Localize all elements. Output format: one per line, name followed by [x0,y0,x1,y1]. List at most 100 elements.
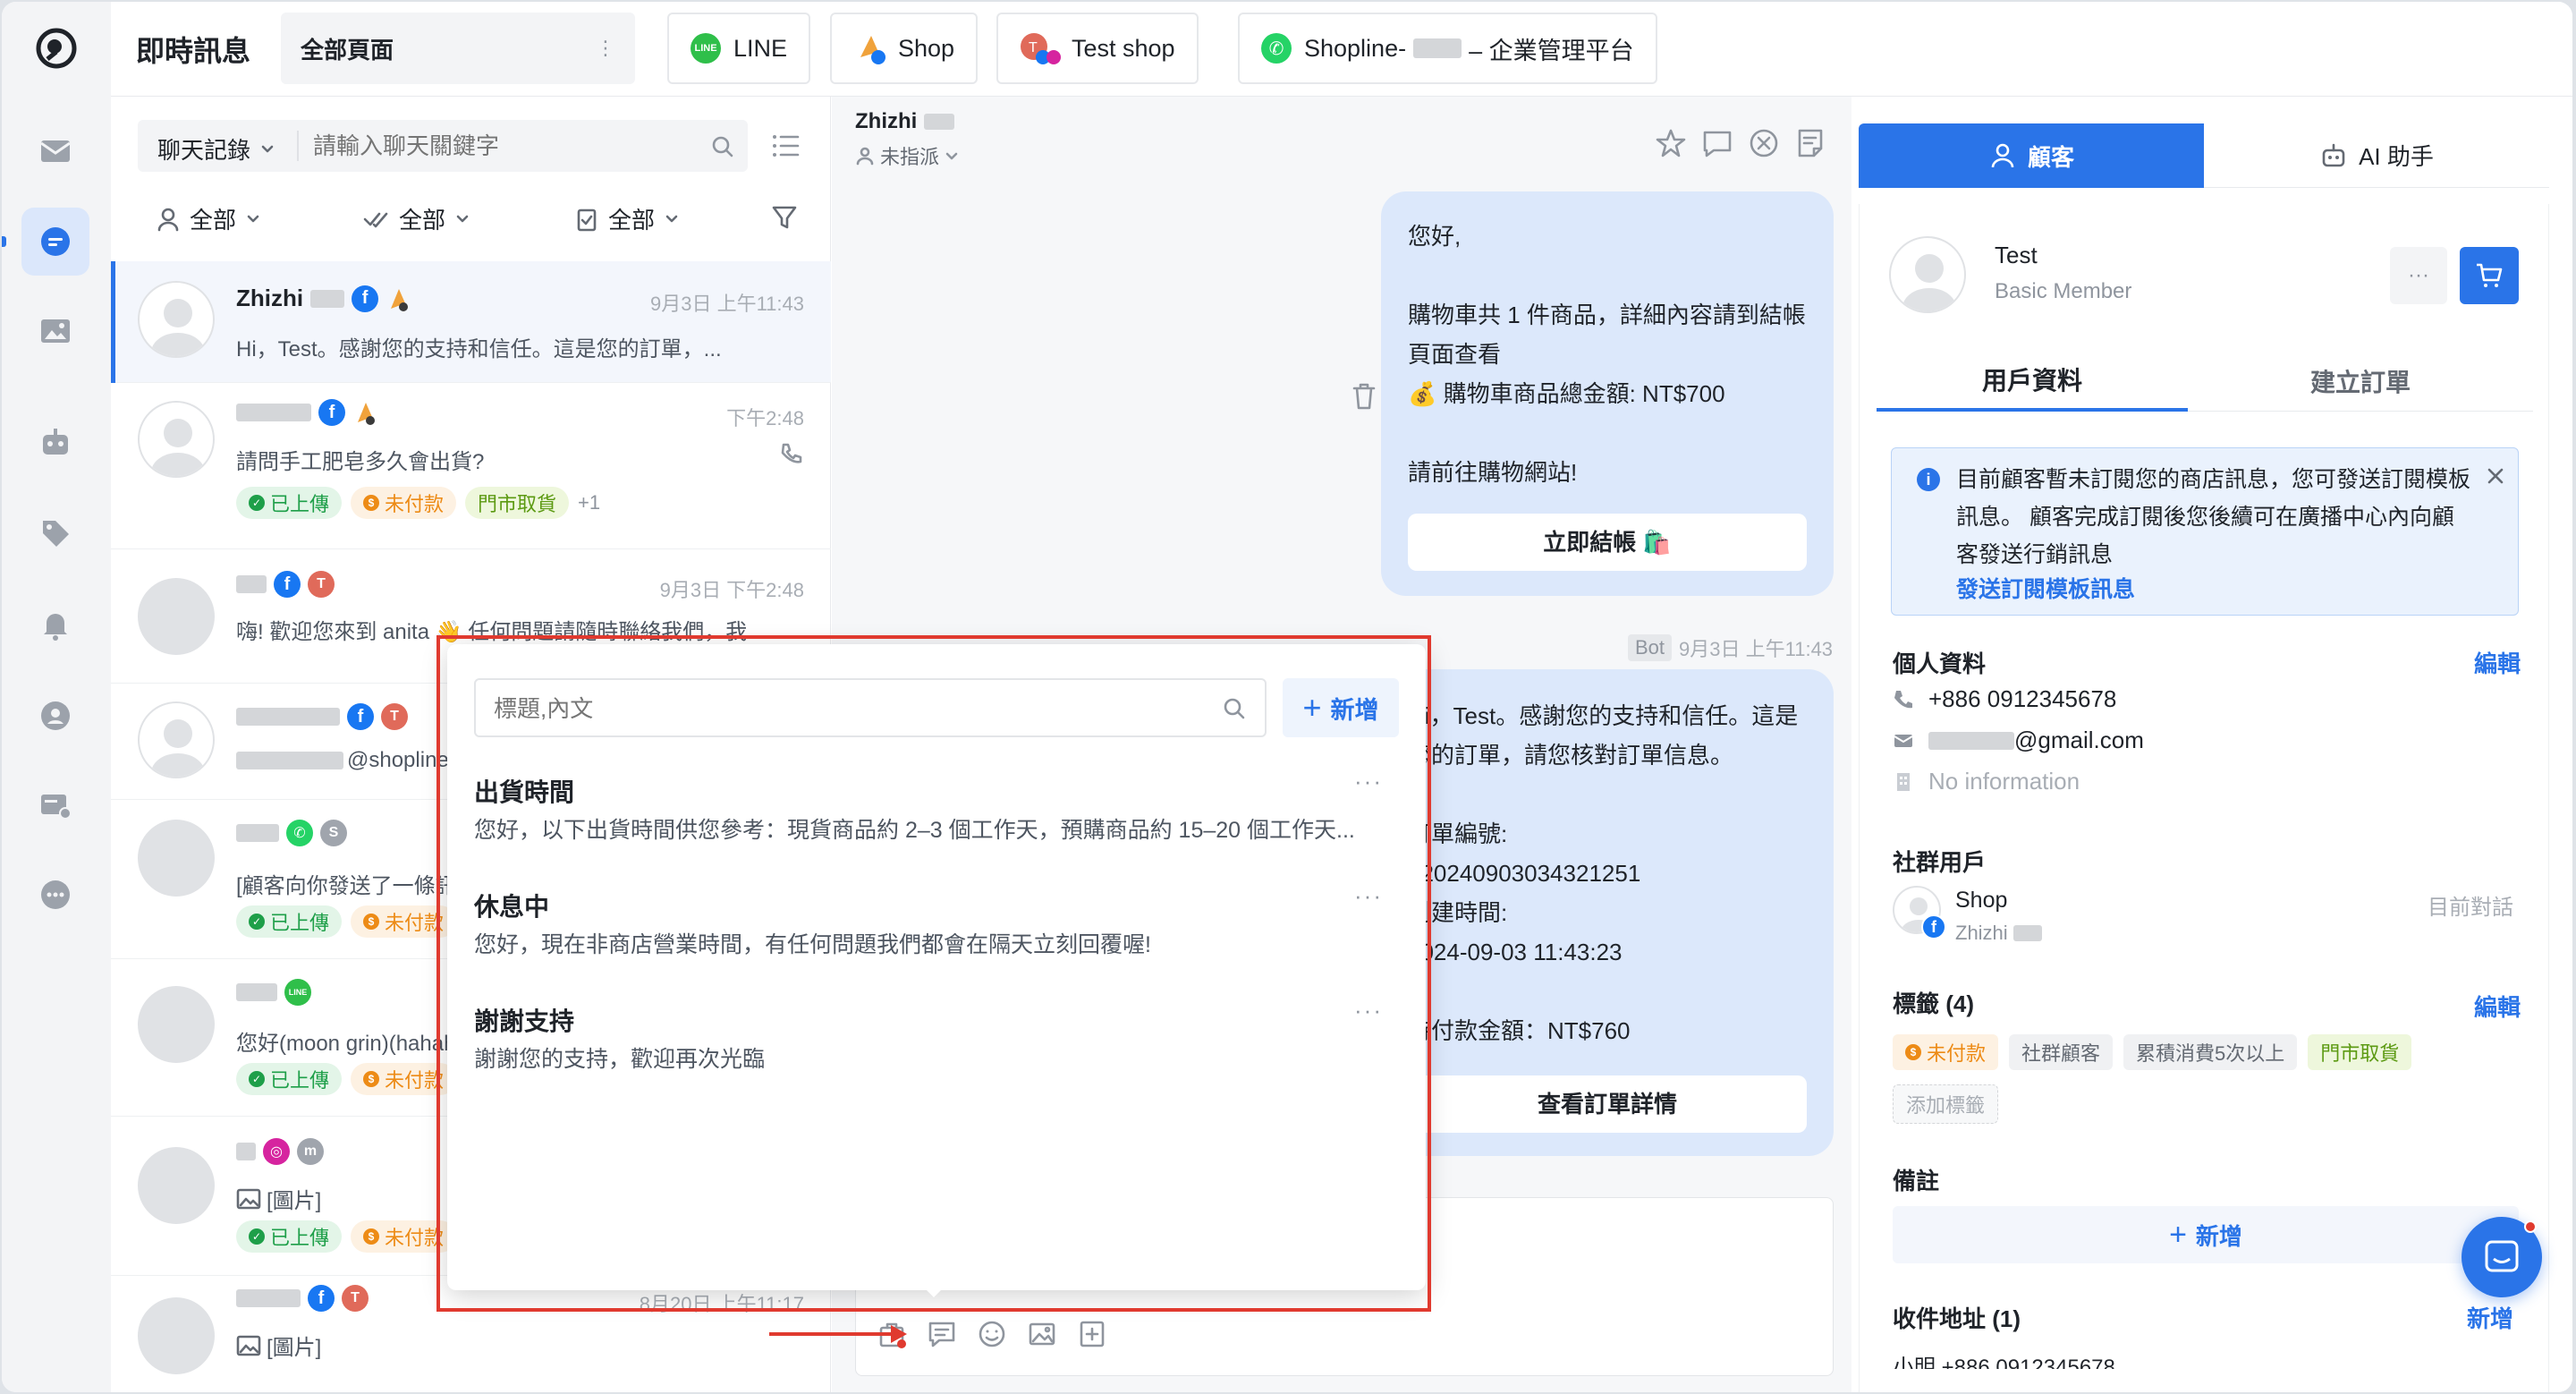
redacted-text [2012,925,2042,941]
image-icon[interactable] [21,297,89,365]
divider [297,131,299,161]
chevron-down-icon [945,152,958,160]
plus-icon: + [2169,1217,2187,1252]
cart-button[interactable] [2460,247,2519,304]
redacted-text [236,824,279,842]
tab-line[interactable]: LINE LINE [667,13,811,84]
tag-row: ✓ 已上傳 $ 未付款 門市取貨 +1 [236,487,600,519]
assign-dropdown[interactable]: 未指派 [855,141,959,170]
chat-search-input[interactable] [313,127,707,165]
redacted-text [236,1289,301,1307]
support-icon[interactable] [21,682,89,750]
tab-shopline-prefix: Shopline- [1304,34,1407,62]
mail-icon[interactable] [21,116,89,184]
shop-page-icon [853,30,889,66]
view-order-button[interactable]: 查看訂單詳情 [1408,1075,1807,1133]
broadcast-icon[interactable] [21,771,89,839]
redacted-text [1413,38,1462,58]
contact-name: LINE [236,979,311,1006]
avatar [138,401,215,478]
tab-shopline-whatsapp[interactable]: ✆ Shopline- – 企業管理平台 [1238,13,1657,84]
subscription-notice: i 目前顧客暫未訂閱您的商店訊息，您可發送訂閱模板訊息。 顧客完成訂閱後您後續可… [1891,447,2519,616]
whatsapp-icon: ✆ [286,820,313,846]
vertical-more-icon[interactable]: ⋮ [596,37,615,60]
star-icon[interactable] [1655,127,1687,159]
subtab-create-order[interactable]: 建立訂單 [2188,351,2533,412]
chat-icon[interactable] [21,208,89,276]
label-frequent-buyer[interactable]: 累積消費5次以上 [2123,1034,2298,1070]
robot-icon[interactable] [21,408,89,476]
avatar [138,1147,215,1224]
trash-icon[interactable] [1351,381,1377,412]
facebook-icon: f [1921,914,1946,939]
uploaded-tag: ✓ 已上傳 [236,1220,343,1253]
tag-icon[interactable] [21,499,89,567]
tab-shop[interactable]: Shop [830,13,979,84]
history-dropdown[interactable]: 聊天記錄 [157,132,275,166]
avatar [138,1297,215,1374]
customer-avatar [1889,236,1966,313]
list-view-icon[interactable] [771,132,801,159]
subtab-profile[interactable]: 用戶資料 [1877,351,2188,412]
filter-assignee[interactable]: 全部 [156,202,261,235]
add-remark-button[interactable]: + 新增 [1893,1206,2519,1263]
redacted-text [236,752,343,769]
filter-status[interactable]: 全部 [574,202,680,235]
comment-icon[interactable] [1701,127,1733,159]
contact-name: f T [236,1285,369,1312]
list-item[interactable]: Zhizhi f 9月3日 上午11:43 Hi，Test。感謝您的支持和信任。… [111,261,831,383]
app-title: 即時訊息 [136,35,251,67]
tab-test-shop[interactable]: T Test shop [996,13,1199,84]
note-icon[interactable] [1794,127,1826,159]
uploaded-tag: ✓ 已上傳 [236,487,343,519]
top-bar: 即時訊息 全部頁面 ⋮ LINE LINE Shop T Test shop ✆… [111,2,2572,97]
redacted-text [1928,731,2014,750]
send-template-link[interactable]: 發送訂閱模板訊息 [1956,572,2135,604]
logo-icon [35,27,78,70]
more-icon[interactable] [21,861,89,929]
contact-name: ◎ m [236,1138,324,1165]
tab-test-shop-label: Test shop [1072,34,1175,62]
chevron-down-icon [456,215,469,222]
chevron-down-icon [247,215,259,222]
add-address-link[interactable]: 新增 [2467,1301,2513,1334]
add-label-button[interactable]: 添加標籤 [1893,1084,1999,1124]
tab-shopline-suffix: – 企業管理平台 [1469,37,1634,64]
label-store-pickup[interactable]: 門市取貨 [2308,1034,2412,1070]
tab-line-label: LINE [733,34,788,62]
mail-icon [1894,734,1913,747]
test-shop-icon: T [1020,30,1061,66]
store-pickup-tag: 門市取貨 [465,487,570,519]
shop-page-icon [391,288,409,311]
filter-read-status[interactable]: 全部 [363,202,470,235]
bell-icon[interactable] [21,591,89,659]
contact-name: f T [236,703,408,730]
edit-personal-link[interactable]: 編輯 [2474,646,2521,679]
quick-reply-icon[interactable] [927,1319,957,1349]
social-user-name: Zhizhi [1955,922,2042,945]
image-upload-icon[interactable] [1027,1319,1057,1349]
annotation-arrow-icon [769,1325,907,1343]
tab-ai-assistant[interactable]: AI 助手 [2204,123,2549,188]
contact-name: ✆ S [236,820,347,846]
search-icon[interactable] [710,134,735,159]
close-icon[interactable] [2486,466,2505,486]
image-icon [236,1188,261,1209]
social-page-name: Shop [1955,888,2008,913]
label-unpaid[interactable]: $ 未付款 [1893,1034,1999,1070]
notice-text: 目前顧客暫未訂閱您的商店訊息，您可發送訂閱模板訊息。 顧客完成訂閱後您後續可在廣… [1956,467,2471,567]
add-attachment-icon[interactable] [1077,1319,1107,1349]
list-item[interactable]: f 下午2:48 請問手工肥皂多久會出貨? ✓ 已上傳 $ 未付款 門市取貨 +1 [111,383,831,549]
filter-funnel-icon[interactable] [771,204,798,231]
close-conversation-icon[interactable] [1748,127,1780,159]
emoji-icon[interactable] [977,1319,1007,1349]
label-social-customer[interactable]: 社群顧客 [2009,1034,2114,1070]
active-indicator [2,236,6,247]
tag-row: ✓ 已上傳 $ 未付款 [236,1063,465,1095]
checkout-button[interactable]: 立即結帳 🛍️ [1408,514,1807,571]
edit-labels-link[interactable]: 編輯 [2474,990,2521,1023]
more-options-button[interactable]: ··· [2390,247,2447,304]
address-title: 收件地址 (1) [1893,1305,2021,1332]
page-selector[interactable]: 全部頁面 ⋮ [281,13,635,84]
tab-customer[interactable]: 顧客 [1859,123,2204,188]
